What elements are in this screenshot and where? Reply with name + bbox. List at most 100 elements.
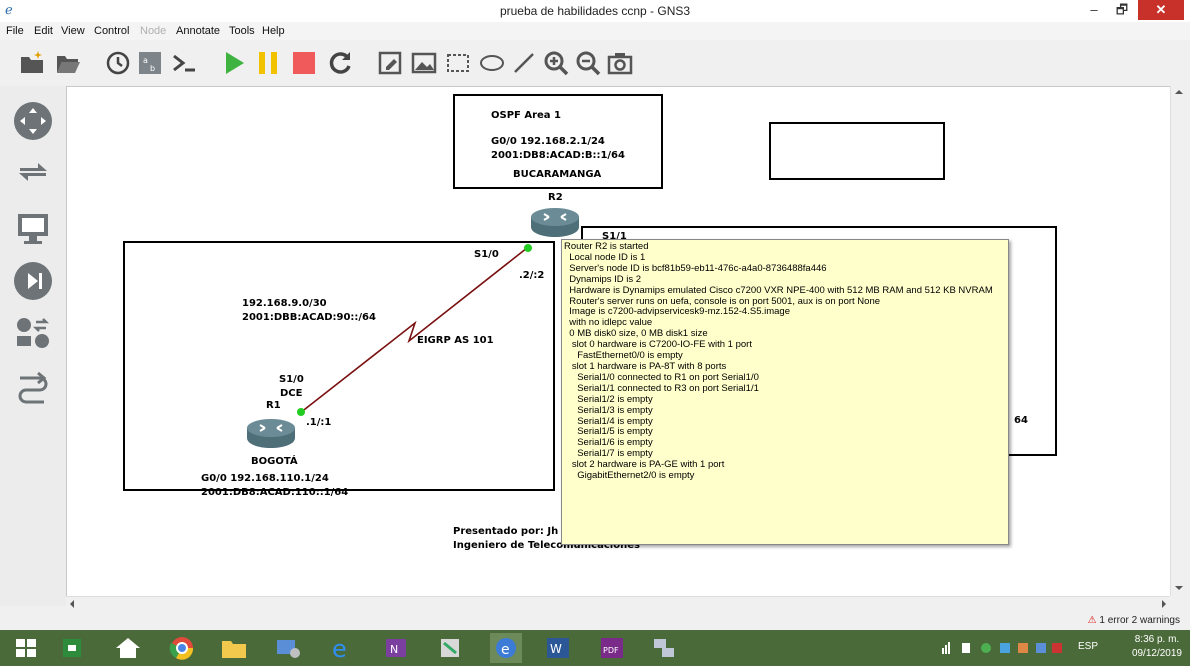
menu-annotate[interactable]: Annotate: [176, 25, 220, 37]
end-devices-icon[interactable]: [14, 210, 52, 248]
author-label: Presentado por: Jh: [453, 526, 559, 537]
windows-start-icon[interactable]: [10, 633, 42, 663]
r1-s10-label: S1/0: [279, 374, 304, 385]
menu-control[interactable]: Control: [94, 25, 129, 37]
switches-icon[interactable]: [14, 154, 52, 192]
file-explorer-icon[interactable]: [218, 633, 250, 663]
topology-canvas[interactable]: OSPF Area 1 G0/0 192.168.2.1/24 2001:DB8…: [66, 86, 1171, 597]
new-project-icon[interactable]: [18, 49, 46, 77]
word-icon[interactable]: W: [542, 633, 574, 663]
status-errors[interactable]: ⚠ 1 error 2 warnings: [1088, 615, 1180, 626]
clock-date: 09/12/2019: [1131, 648, 1182, 659]
snapshot-clock-icon[interactable]: [104, 49, 132, 77]
warning-icon: ⚠: [1087, 615, 1097, 626]
network-connections-icon[interactable]: [648, 633, 680, 663]
minimize-button[interactable]: –: [1080, 0, 1108, 20]
r2-s10-label: S1/0: [474, 249, 499, 260]
tooltip-line: Serial1/3 is empty: [564, 404, 653, 416]
r2-area-label: OSPF Area 1: [491, 110, 561, 121]
maximize-button[interactable]: 🗗: [1108, 0, 1136, 20]
window-title: prueba de habilidades ccnp - GNS3: [499, 4, 691, 18]
screenshot-icon[interactable]: [606, 49, 634, 77]
reload-icon[interactable]: [326, 49, 354, 77]
pause-icon[interactable]: [254, 49, 282, 77]
zoom-in-icon[interactable]: [542, 49, 570, 77]
r1-address-label: .1/:1: [306, 417, 332, 428]
r1-city-label: BOGOTÁ: [251, 456, 298, 467]
r1-dce-label: DCE: [280, 388, 303, 399]
clock-time: 8:36 p. m.: [1134, 634, 1180, 645]
console-icon[interactable]: [170, 49, 198, 77]
tooltip-line: Serial1/2 is empty: [564, 393, 653, 405]
pdf-icon[interactable]: PDF: [596, 633, 628, 663]
language-indicator[interactable]: ESP: [1078, 641, 1098, 652]
node-info-tooltip: Router R2 is started Local node ID is 1 …: [561, 239, 1009, 545]
toolbar: ab: [0, 42, 1190, 86]
r1-ipv6-label: 2001:DB8:ACAD:110::1/64: [201, 487, 349, 498]
svg-text:b: b: [150, 64, 155, 73]
r1-name-label: R1: [266, 400, 281, 411]
title-bar: ℯ prueba de habilidades ccnp - GNS3 – 🗗 …: [0, 0, 1190, 22]
link-ipv6-network-label: 2001:DBB:ACAD:90::/64: [242, 312, 376, 323]
svg-text:PDF: PDF: [603, 646, 619, 655]
svg-text:a: a: [143, 56, 148, 65]
clock[interactable]: 8:36 p. m. 09/12/2019: [1132, 633, 1182, 661]
chrome-icon[interactable]: [166, 633, 198, 663]
security-devices-icon[interactable]: [14, 262, 52, 300]
r3-partial-label: 64: [1014, 415, 1028, 426]
r1-port-indicator: [297, 408, 305, 416]
menu-node[interactable]: Node: [140, 25, 166, 37]
draw-line-icon[interactable]: [510, 49, 538, 77]
status-bar: ⚠ 1 error 2 warnings: [0, 612, 1190, 630]
add-link-icon[interactable]: [14, 368, 52, 406]
svg-text:W: W: [550, 642, 562, 656]
stop-icon[interactable]: [290, 49, 318, 77]
r2-name-label: R2: [548, 192, 563, 203]
r2-city-label: BUCARAMANGA: [513, 169, 602, 180]
packet-tracer-icon[interactable]: [434, 633, 466, 663]
close-button[interactable]: ✕: [1138, 0, 1184, 20]
device-dock: [0, 86, 66, 606]
menu-file[interactable]: File: [6, 25, 24, 37]
horizontal-scrollbar[interactable]: [66, 596, 1170, 611]
add-note-icon[interactable]: [376, 49, 404, 77]
r2-s10-address-label: .2/:2: [519, 270, 545, 281]
router-r2-icon[interactable]: [529, 206, 581, 238]
home-icon[interactable]: [112, 633, 144, 663]
store-icon[interactable]: [56, 633, 88, 663]
menu-edit[interactable]: Edit: [34, 25, 53, 37]
draw-ellipse-icon[interactable]: [478, 49, 506, 77]
menu-bar: File Edit View Control Node Annotate Too…: [0, 22, 1190, 40]
zoom-out-icon[interactable]: [574, 49, 602, 77]
open-project-icon[interactable]: [54, 49, 82, 77]
svg-text:N: N: [390, 643, 398, 656]
menu-help[interactable]: Help: [262, 25, 285, 37]
menu-tools[interactable]: Tools: [229, 25, 255, 37]
control-panel-icon[interactable]: [272, 633, 304, 663]
tooltip-line: GigabitEthernet2/0 is empty: [564, 470, 695, 482]
svg-text:e: e: [332, 635, 347, 663]
status-errors-label: 1 error 2 warnings: [1099, 615, 1180, 626]
system-tray-icons[interactable]: [940, 640, 1070, 656]
menu-view[interactable]: View: [61, 25, 85, 37]
all-devices-icon[interactable]: [14, 314, 52, 352]
tooltip-line: Dynamips ID is 2: [564, 273, 642, 285]
r1-ipv4-label: G0/0 192.168.110.1/24: [201, 473, 329, 484]
routers-icon[interactable]: [14, 102, 52, 140]
r2-ipv6-label: 2001:DB8:ACAD:B::1/64: [491, 150, 625, 161]
r2-ipv4-label: G0/0 192.168.2.1/24: [491, 136, 605, 147]
svg-text:e: e: [501, 642, 510, 658]
internet-explorer-icon[interactable]: e: [326, 633, 358, 663]
start-icon[interactable]: [220, 49, 248, 77]
onenote-icon[interactable]: N: [380, 633, 412, 663]
link-ipv4-network-label: 192.168.9.0/30: [242, 298, 327, 309]
router-r1-icon[interactable]: [245, 417, 297, 449]
insert-picture-icon[interactable]: [410, 49, 438, 77]
draw-rectangle-icon[interactable]: [444, 49, 472, 77]
windows-taskbar: e N e W PDF ESP 8:36 p. m. 09/12/2019: [0, 630, 1190, 666]
show-interface-labels-icon[interactable]: ab: [136, 49, 164, 77]
tooltip-line: Hardware is Dynamips emulated Cisco c720…: [564, 284, 993, 296]
vertical-scrollbar[interactable]: [1170, 86, 1187, 596]
gns3-taskbar-icon[interactable]: e: [490, 633, 522, 663]
eigrp-label: EIGRP AS 101: [417, 335, 494, 346]
